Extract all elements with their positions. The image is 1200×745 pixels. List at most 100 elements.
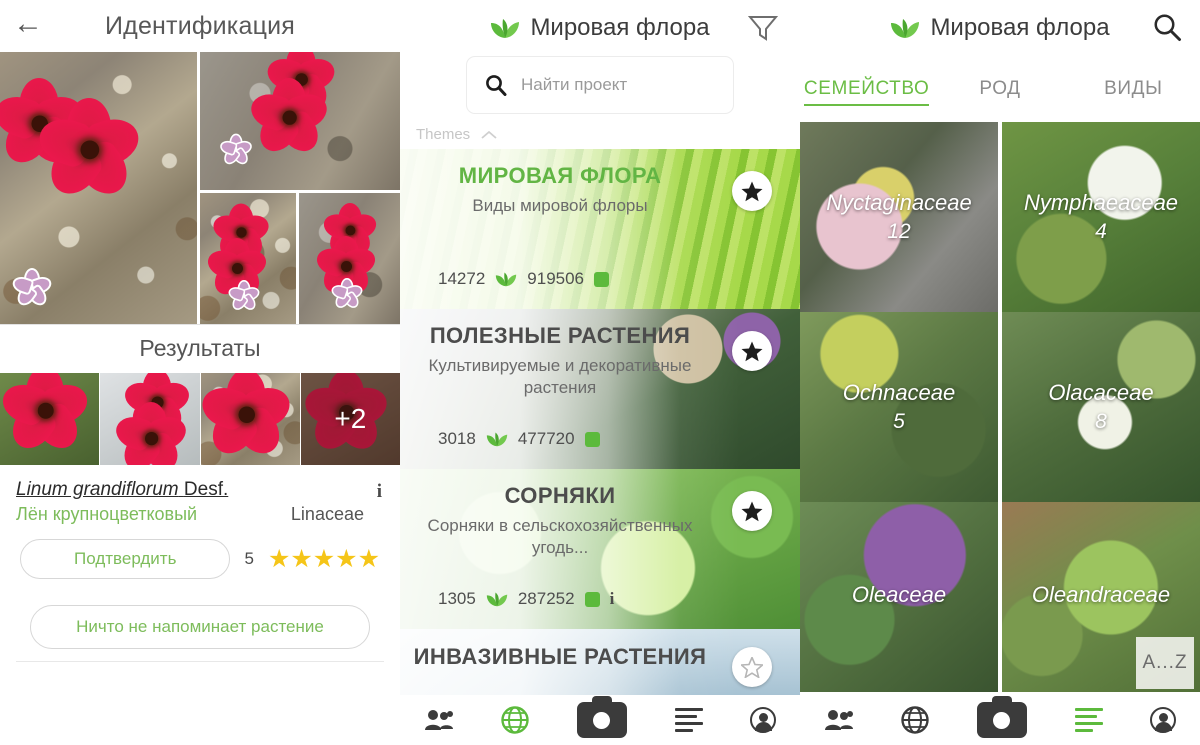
sakura-icon [218, 132, 254, 168]
photo-bottom-1[interactable] [200, 193, 296, 324]
results-title: Результаты [139, 335, 261, 361]
family-card[interactable]: Olacaceae 8 [1002, 312, 1200, 502]
bottom-nav-projects [400, 695, 800, 745]
nav-people-icon[interactable] [824, 708, 854, 732]
project-stats: 1305 287252 i [438, 589, 614, 609]
project-info-icon[interactable]: i [610, 589, 615, 609]
brand: Мировая флора [890, 14, 1110, 42]
family-image [1002, 122, 1200, 312]
family-count: 5 [893, 410, 905, 433]
nav-globe-icon[interactable] [901, 706, 930, 734]
photo-bottom-2[interactable] [299, 193, 400, 324]
result-thumb[interactable] [200, 373, 300, 465]
flower-shape [112, 402, 191, 465]
family-image [800, 122, 998, 312]
search-icon[interactable] [1152, 12, 1182, 42]
sakura-icon [10, 266, 54, 310]
star-filled-icon [741, 181, 763, 201]
result-thumb-more[interactable]: +2 [300, 373, 400, 465]
family-name: Olacaceae [1048, 380, 1154, 405]
project-description: Виды мировой флоры [472, 196, 648, 215]
page-title: Идентификация [104, 11, 296, 40]
leaf-logo-icon [491, 19, 520, 38]
nav-camera-icon[interactable] [976, 696, 1027, 738]
nav-profile-icon[interactable] [750, 707, 777, 733]
projects-header: Мировая флора [400, 0, 800, 56]
search-placeholder: Найти проект [521, 75, 628, 94]
project-favorite-button[interactable] [732, 647, 772, 687]
nav-camera-icon[interactable] [576, 696, 627, 738]
vote-count: 5 [244, 549, 254, 568]
panel-projects: Мировая флора Найти проект Themes МИРОВА… [400, 0, 800, 745]
bottom-nav-families [800, 695, 1200, 745]
project-favorite-button[interactable] [732, 171, 772, 211]
family-name: Nyctaginaceae [826, 190, 972, 215]
family-card[interactable]: Nyctaginaceae 12 [800, 122, 998, 312]
nav-people-icon[interactable] [424, 708, 454, 732]
family-count: 12 [887, 220, 911, 243]
scientific-name[interactable]: Linum grandiflorum Desf. [16, 479, 384, 501]
family-name: Nymphaeaceae [1023, 190, 1179, 215]
tab-genus-label: РОД [979, 78, 1021, 99]
taxon-block: Linum grandiflorum Desf. i Лён крупноцве… [0, 465, 400, 579]
family-card[interactable]: Oleaceae [800, 502, 998, 692]
project-favorite-button[interactable] [732, 491, 772, 531]
photo-main[interactable] [0, 52, 197, 324]
project-stats: 14272 919506 [438, 269, 610, 289]
leaf-icon [496, 272, 517, 287]
observation-photo-grid [0, 52, 400, 324]
project-card[interactable]: ПОЛЕЗНЫЕ РАСТЕНИЯ Культивируемые и декор… [400, 309, 800, 469]
nav-list-icon[interactable] [674, 708, 703, 732]
observation-count: 477720 [517, 429, 575, 448]
az-index-button[interactable]: A...Z [1136, 637, 1194, 689]
rating-stars[interactable]: ★★★★★ [268, 544, 380, 574]
project-stats: 3018 477720 [438, 429, 600, 449]
nav-profile-icon[interactable] [1150, 707, 1177, 733]
panel-identification: ← Идентификация Результаты +2 Linum gran… [0, 0, 400, 745]
projects-title: Мировая флора [530, 14, 710, 41]
flower-shape [33, 98, 145, 204]
divider [16, 661, 384, 662]
tab-family[interactable]: СЕМЕЙСТВО [800, 78, 933, 106]
observation-count: 919506 [527, 269, 585, 288]
project-title: ИНВАЗИВНЫЕ РАСТЕНИЯ [413, 644, 707, 669]
chevron-up-icon [481, 130, 497, 139]
scientific-name-author: Desf. [183, 479, 229, 500]
results-thumbnail-row: +2 [0, 373, 400, 465]
project-favorite-button[interactable] [732, 331, 772, 371]
search-input[interactable]: Найти проект [466, 56, 734, 114]
tab-species-label: ВИДЫ [1104, 78, 1163, 99]
themes-toggle[interactable]: Themes [400, 114, 800, 149]
back-arrow-icon[interactable]: ← [0, 9, 56, 43]
nothing-matches-button[interactable]: Ничто не напоминает растение [30, 605, 370, 649]
project-card[interactable]: СОРНЯКИ Сорняки в сельскохозяйственных у… [400, 469, 800, 629]
taxon-subline: Лён крупноцветковый Linaceae [16, 504, 384, 525]
tab-genus[interactable]: РОД [933, 78, 1066, 100]
observation-count: 287252 [517, 589, 575, 608]
photo-top-right[interactable] [200, 52, 400, 190]
filter-icon[interactable] [748, 14, 778, 42]
families-header: Мировая флора [800, 0, 1200, 56]
family-count: 4 [1095, 220, 1107, 243]
family-name: Oleandraceae [1031, 582, 1171, 607]
more-count-badge: +2 [300, 373, 400, 465]
family-name: Linaceae [290, 504, 364, 524]
project-card[interactable]: МИРОВАЯ ФЛОРА Виды мировой флоры 14272 9… [400, 149, 800, 309]
sakura-icon [226, 278, 262, 313]
project-description: Сорняки в сельскохозяйственных угодь... [427, 516, 693, 558]
scientific-name-text: Linum grandiflorum [16, 479, 179, 500]
confirm-button[interactable]: Подтвердить [20, 539, 231, 579]
family-card[interactable]: Nymphaeaceae 4 [1002, 122, 1200, 312]
family-image [800, 312, 998, 502]
nav-globe-icon[interactable] [501, 706, 530, 734]
nav-list-icon[interactable] [1074, 708, 1103, 732]
result-thumb[interactable] [0, 373, 100, 465]
info-icon[interactable]: i [377, 481, 382, 503]
app-root: ← Идентификация Результаты +2 Linum gran… [0, 0, 1200, 745]
family-card[interactable]: Ochnaceae 5 [800, 312, 998, 502]
common-name: Лён крупноцветковый [16, 504, 198, 524]
green-square-icon [584, 591, 600, 607]
tab-species[interactable]: ВИДЫ [1067, 78, 1200, 100]
result-thumb[interactable] [100, 373, 200, 465]
flower-shape [200, 373, 295, 462]
